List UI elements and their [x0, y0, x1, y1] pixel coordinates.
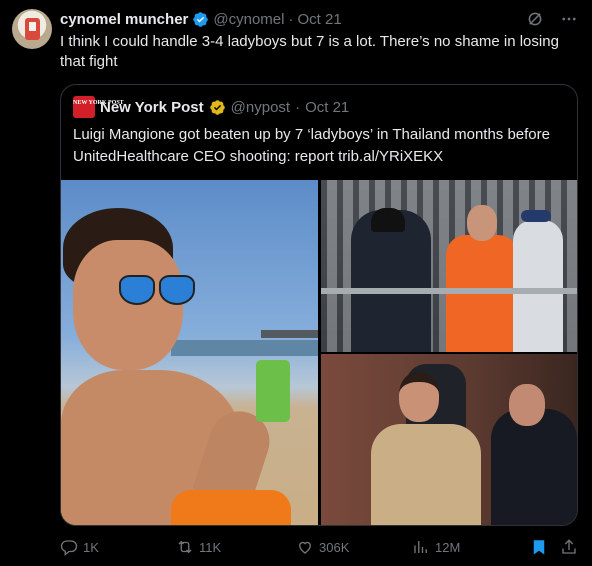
- reply-button[interactable]: 1K: [60, 536, 99, 558]
- green-can: [256, 360, 290, 422]
- like-button[interactable]: 306K: [296, 536, 349, 558]
- bookmark-icon[interactable]: [530, 538, 548, 556]
- pier-silhouette: [261, 330, 318, 338]
- officer-right: [513, 220, 563, 352]
- like-icon: [299, 541, 311, 554]
- view-count: 12M: [435, 539, 461, 555]
- sunglasses: [119, 275, 197, 305]
- courtroom-tan-jumpsuit-photo[interactable]: [321, 354, 577, 525]
- verified-badge-icon: [193, 11, 209, 27]
- reply-count: 1K: [83, 539, 99, 555]
- tweet-date[interactable]: Oct 21: [297, 11, 341, 28]
- tweet-header: cynomel muncher @cynomel · Oct 21: [60, 9, 342, 29]
- repost-count: 11K: [199, 539, 222, 555]
- quoted-date[interactable]: Oct 21: [305, 99, 349, 116]
- quoted-display-name[interactable]: New York Post: [100, 99, 204, 116]
- ocean-band: [171, 340, 318, 356]
- tweet-action-bar: 1K 11K 306K 12M: [60, 536, 580, 558]
- helmet: [371, 208, 405, 232]
- prisoner-face: [467, 205, 497, 241]
- quoted-separator: ·: [295, 98, 301, 116]
- repost-button[interactable]: 11K: [176, 536, 221, 558]
- court-officer-head: [509, 384, 545, 426]
- views-icon: [414, 541, 427, 553]
- author-display-name[interactable]: cynomel muncher: [60, 11, 188, 28]
- avatar-figure-detail: [29, 22, 36, 31]
- views-button[interactable]: 12M: [412, 536, 460, 558]
- quoted-tweet-text: Luigi Mangione got beaten up by 7 ‘ladyb…: [73, 126, 550, 165]
- quoted-handle[interactable]: @nypost: [231, 99, 290, 116]
- face: [73, 240, 183, 370]
- author-avatar[interactable]: [12, 9, 52, 49]
- header-separator: ·: [288, 10, 294, 28]
- reply-icon: [60, 540, 78, 556]
- court-officer: [491, 409, 577, 525]
- repost-icon: [178, 540, 192, 554]
- gold-verified-badge-icon: [209, 99, 225, 115]
- defendant-head: [399, 372, 439, 422]
- nypost-logo-avatar[interactable]: NEW YORK POST: [73, 96, 124, 118]
- more-icon[interactable]: [560, 10, 578, 28]
- quoted-tweet[interactable]: NEW YORK POST New York Post @nypost · Oc…: [60, 84, 578, 526]
- author-handle[interactable]: @cynomel: [213, 11, 284, 28]
- officer-right-cap: [521, 210, 551, 222]
- header-actions: [526, 10, 578, 28]
- share-icon[interactable]: [560, 538, 578, 556]
- quoted-tweet-header: NEW YORK POST New York Post @nypost · Oc…: [73, 96, 349, 118]
- grok-icon[interactable]: [526, 10, 544, 28]
- like-count: 306K: [319, 539, 350, 555]
- railing: [321, 288, 577, 294]
- police-escort-orange-jumpsuit-photo[interactable]: [321, 180, 577, 352]
- tweet-text: I think I could handle 3-4 ladyboys but …: [60, 33, 559, 70]
- tan-jumpsuit: [371, 424, 481, 525]
- man-with-sunglasses-beach-photo[interactable]: [61, 180, 318, 525]
- orange-towel: [171, 490, 291, 525]
- media-grid: [61, 180, 577, 525]
